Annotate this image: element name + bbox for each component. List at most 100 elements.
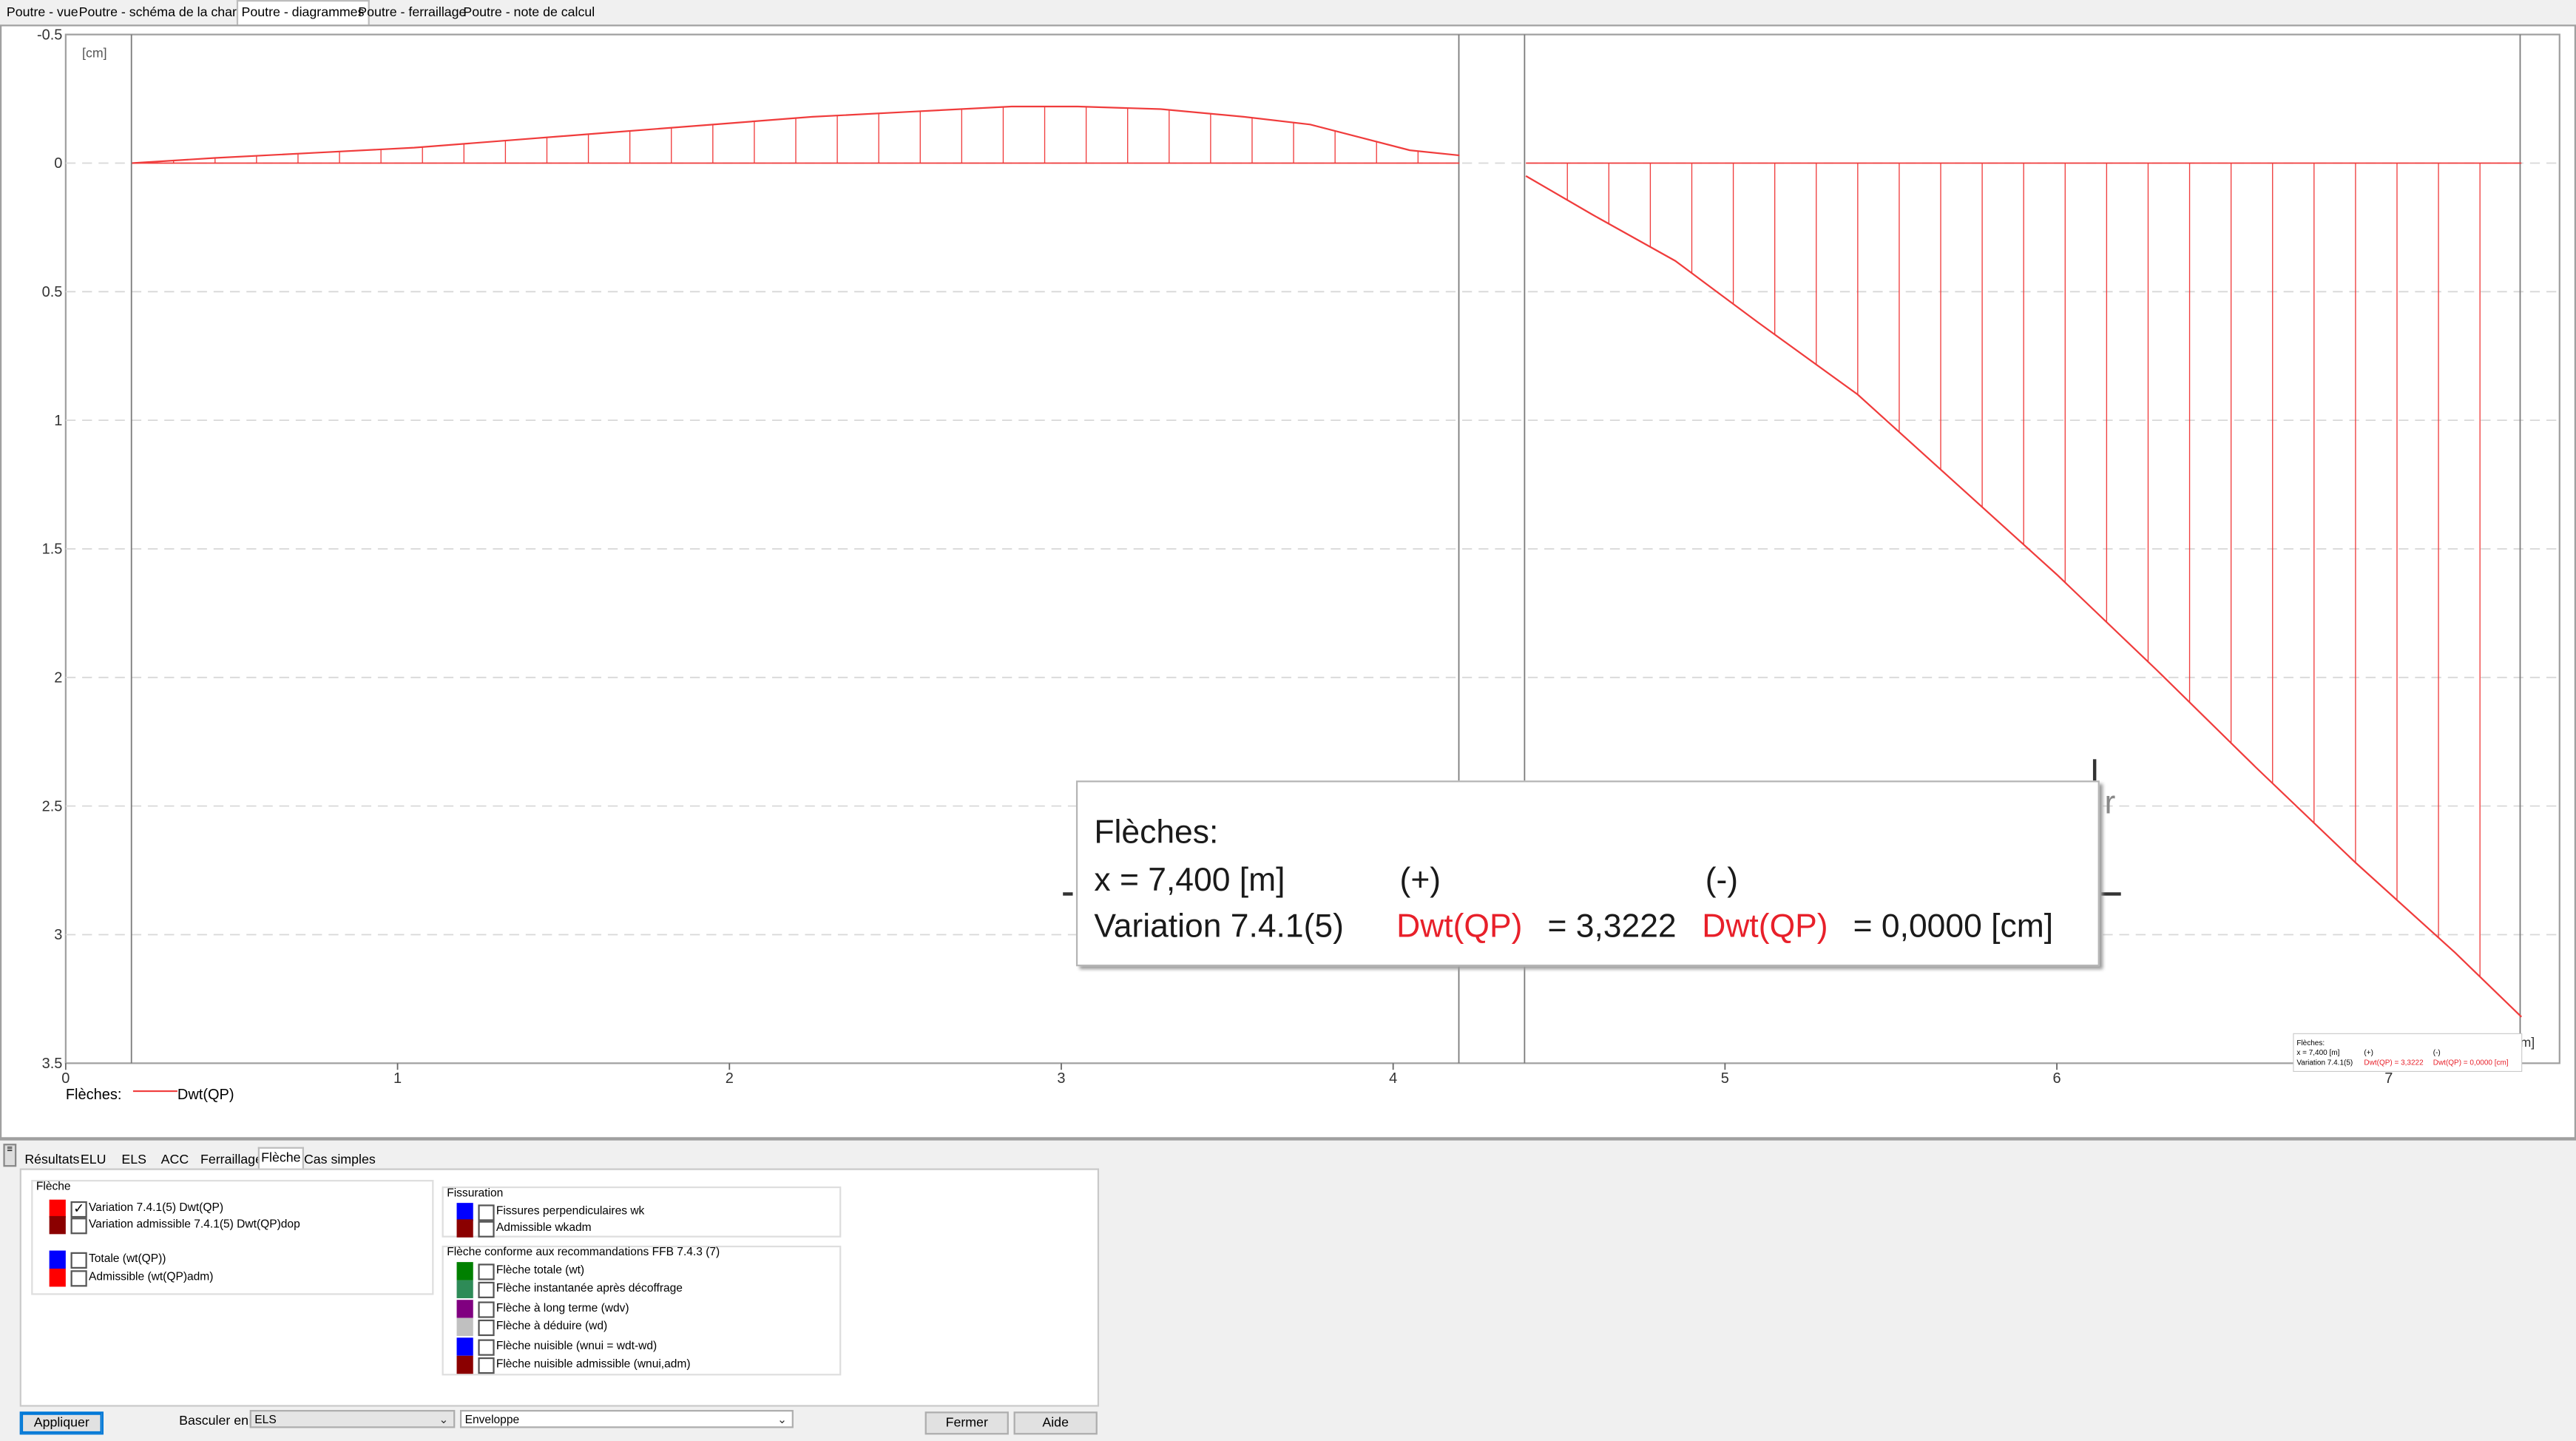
switch-select[interactable]: ELS ⌄ bbox=[249, 1410, 456, 1428]
x-tick-label: 5 bbox=[1721, 1070, 1729, 1087]
option-fleche-totale-checkbox[interactable] bbox=[478, 1263, 495, 1280]
y-unit-label: [cm] bbox=[82, 46, 107, 61]
color-swatch bbox=[456, 1219, 473, 1238]
color-swatch bbox=[49, 1250, 66, 1269]
chart-area: -0.5 0 0.5 1 1.5 2 2.5 3 3.5 0 1 2 3 4 5 6 7 [cm] m] Fl… bbox=[0, 24, 2576, 1139]
option-admissible-checkbox[interactable] bbox=[70, 1270, 87, 1287]
ffb-group: Flèche conforme aux recommandations FFB … bbox=[442, 1245, 842, 1376]
option-variation-label: Variation 7.4.1(5) Dwt(QP) bbox=[88, 1203, 223, 1215]
tooltip-edge-dash-left bbox=[1063, 892, 1073, 896]
value-tooltip: Flèches: x = 7,400 [m] (+) (-) Variation… bbox=[1075, 780, 2100, 967]
tab-elu[interactable]: ELU bbox=[79, 1150, 108, 1168]
switch-label: Basculer en: bbox=[179, 1413, 252, 1428]
option-fleche-long-terme-checkbox[interactable] bbox=[478, 1301, 495, 1318]
tab-ferraillage[interactable]: Poutre - ferraillage bbox=[355, 1, 470, 23]
mini-tooltip: Flèches: x = 7,400 [m] (+) (-) Variation… bbox=[2293, 1033, 2523, 1072]
option-wkadm-checkbox[interactable] bbox=[478, 1221, 495, 1238]
x-axis-ticks: 0 1 2 3 4 5 6 7 bbox=[61, 1063, 2393, 1087]
tooltip-value-b: = 0,0000 [cm] bbox=[1853, 908, 2054, 945]
option-fissures-label: Fissures perpendiculaires wk bbox=[496, 1206, 645, 1218]
y-tick-label: 1 bbox=[54, 413, 62, 429]
fleche-options-panel: Flèche ✓ Variation 7.4.1(5) Dwt(QP) Vari… bbox=[19, 1168, 1100, 1407]
x-tick-label: 6 bbox=[2053, 1070, 2061, 1087]
panel-toggle-icon[interactable]: ≡ bbox=[3, 1144, 17, 1167]
option-fleche-deduire-checkbox[interactable] bbox=[478, 1319, 495, 1337]
top-tab-strip: Poutre - vue Poutre - schéma de la charg… bbox=[0, 0, 2576, 27]
y-tick-label: 2 bbox=[54, 669, 62, 686]
tab-ferraillage-bottom[interactable]: Ferraillage bbox=[199, 1150, 264, 1168]
options-panel: ≡ Résultats ELU ELS ACC Ferraillage Flèc… bbox=[0, 1138, 2576, 1441]
legend-series-label: Dwt(QP) bbox=[178, 1087, 234, 1103]
tab-diagrammes[interactable]: Poutre - diagrammes bbox=[236, 0, 370, 27]
y-tick-label: 0 bbox=[54, 155, 62, 172]
switch-select-value: ELS bbox=[254, 1414, 277, 1427]
envelope-select-value: Enveloppe bbox=[464, 1414, 520, 1427]
mini-tooltip-line: Variation 7.4.1(5) bbox=[2296, 1059, 2353, 1067]
apply-button[interactable]: Appliquer bbox=[19, 1411, 104, 1435]
color-swatch bbox=[49, 1215, 66, 1235]
legend-title: Flèches: bbox=[66, 1087, 122, 1103]
tooltip-series-a: Dwt(QP) bbox=[1396, 908, 1523, 945]
option-fleche-instantanee-label: Flèche instantanée après décoffrage bbox=[496, 1283, 683, 1295]
option-fleche-nuisible-label: Flèche nuisible (wnui = wdt-wd) bbox=[496, 1340, 657, 1353]
tab-schema-charge[interactable]: Poutre - schéma de la charge bbox=[75, 1, 254, 23]
tab-acc[interactable]: ACC bbox=[159, 1150, 190, 1168]
y-tick-label: 1.5 bbox=[42, 541, 63, 558]
color-swatch bbox=[456, 1355, 473, 1374]
tooltip-ghost-char: r bbox=[2104, 785, 2116, 822]
option-fleche-deduire-label: Flèche à déduire (wd) bbox=[496, 1321, 608, 1333]
mini-tooltip-a: Dwt(QP) = 3,3222 bbox=[2364, 1059, 2424, 1067]
option-totale-label: Totale (wt(QP)) bbox=[88, 1254, 166, 1266]
mini-tooltip-b: Dwt(QP) = 0,0000 [cm] bbox=[2433, 1059, 2509, 1067]
option-variation-admissible-label: Variation admissible 7.4.1(5) Dwt(QP)dop bbox=[88, 1219, 300, 1231]
help-button[interactable]: Aide bbox=[1013, 1411, 1098, 1435]
tab-els[interactable]: ELS bbox=[120, 1150, 148, 1168]
option-fleche-instantanee-checkbox[interactable] bbox=[478, 1281, 495, 1298]
color-swatch bbox=[49, 1268, 66, 1287]
color-swatch bbox=[456, 1262, 473, 1280]
tooltip-title: Flèches: bbox=[1094, 814, 1219, 851]
color-swatch bbox=[456, 1280, 473, 1298]
y-tick-label: 0.5 bbox=[42, 284, 63, 300]
y-tick-label: 3.5 bbox=[42, 1056, 63, 1072]
color-swatch bbox=[456, 1337, 473, 1356]
option-fleche-nuisible-checkbox[interactable] bbox=[478, 1339, 495, 1356]
tooltip-value-a: = 3,3222 bbox=[1547, 908, 1677, 945]
y-tick-label: 3 bbox=[54, 927, 62, 943]
tooltip-series-b: Dwt(QP) bbox=[1702, 908, 1828, 945]
x-unit-label: m] bbox=[2520, 1035, 2535, 1050]
x-tick-label: 7 bbox=[2384, 1070, 2393, 1087]
tab-resultats[interactable]: Résultats bbox=[23, 1150, 81, 1168]
tab-note-calcul[interactable]: Poutre - note de calcul bbox=[460, 1, 598, 23]
option-fleche-long-terme-label: Flèche à long terme (wdv) bbox=[496, 1303, 629, 1315]
fissuration-group: Fissuration Fissures perpendiculaires wk… bbox=[442, 1186, 842, 1238]
chevron-down-icon: ⌄ bbox=[777, 1414, 788, 1427]
mini-tooltip-x: x = 7,400 [m] bbox=[2296, 1049, 2339, 1057]
x-tick-label: 4 bbox=[1389, 1070, 1397, 1087]
y-tick-label: 2.5 bbox=[42, 798, 63, 814]
option-wkadm-label: Admissible wkadm bbox=[496, 1222, 592, 1235]
tooltip-edge-dash bbox=[2101, 892, 2121, 896]
color-swatch bbox=[456, 1300, 473, 1318]
tooltip-minus: (-) bbox=[1705, 863, 1739, 900]
close-button[interactable]: Fermer bbox=[924, 1411, 1009, 1435]
color-swatch bbox=[456, 1203, 473, 1221]
tooltip-variation-label: Variation 7.4.1(5) bbox=[1094, 908, 1344, 945]
option-variation-admissible-checkbox[interactable] bbox=[70, 1218, 87, 1235]
x-tick-label: 2 bbox=[726, 1070, 734, 1087]
tab-fleche[interactable]: Flèche bbox=[257, 1147, 304, 1170]
envelope-select[interactable]: Enveloppe ⌄ bbox=[459, 1410, 794, 1428]
option-fleche-nuisible-adm-checkbox[interactable] bbox=[478, 1357, 495, 1374]
ffb-group-title: Flèche conforme aux recommandations FFB … bbox=[447, 1247, 720, 1259]
option-totale-checkbox[interactable] bbox=[70, 1252, 87, 1269]
tab-poutre-vue[interactable]: Poutre - vue bbox=[3, 1, 81, 23]
x-tick-label: 3 bbox=[1057, 1070, 1065, 1087]
color-swatch bbox=[456, 1317, 473, 1337]
option-variation-checkbox[interactable]: ✓ bbox=[70, 1201, 87, 1218]
tab-cas-simples[interactable]: Cas simples bbox=[302, 1150, 377, 1168]
fleche-group: Flèche ✓ Variation 7.4.1(5) Dwt(QP) Vari… bbox=[31, 1180, 434, 1295]
color-swatch bbox=[49, 1199, 66, 1218]
fleche-group-title: Flèche bbox=[36, 1181, 71, 1193]
option-fissures-checkbox[interactable] bbox=[478, 1204, 495, 1221]
fissuration-group-title: Fissuration bbox=[447, 1188, 504, 1200]
